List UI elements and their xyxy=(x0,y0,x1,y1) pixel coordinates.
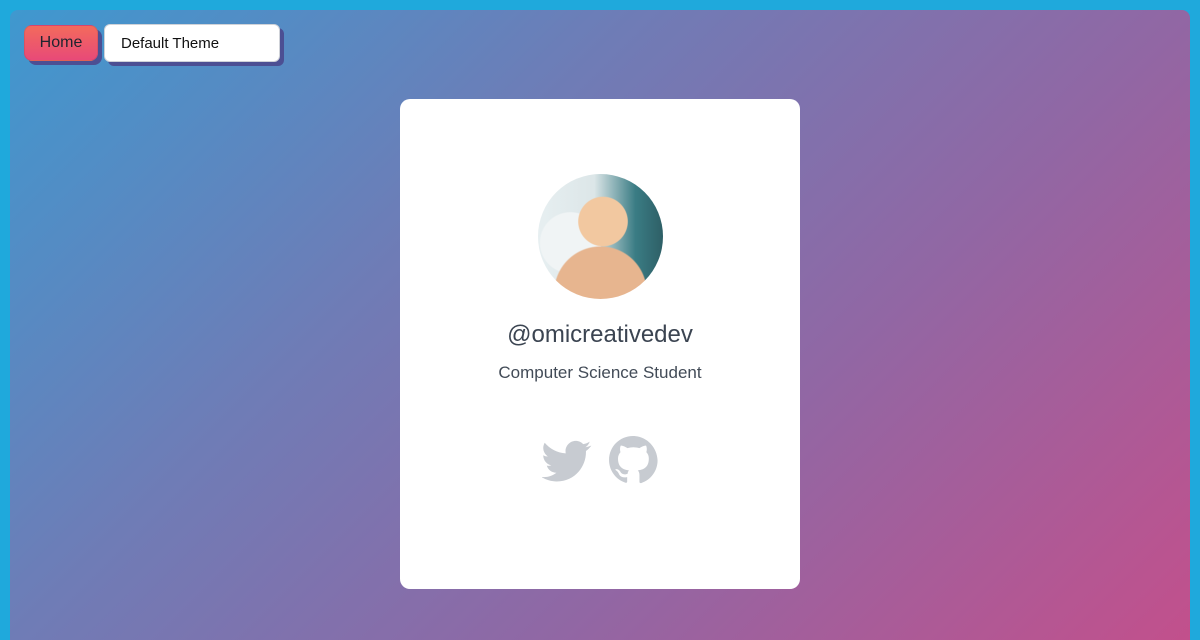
top-bar: Home Default Theme xyxy=(24,24,280,62)
theme-select[interactable]: Default Theme xyxy=(104,24,280,62)
twitter-link[interactable] xyxy=(542,435,592,485)
github-link[interactable] xyxy=(608,435,658,485)
social-links xyxy=(542,435,658,485)
twitter-icon xyxy=(542,440,592,482)
page-background: Home Default Theme @omicreativedev Compu… xyxy=(10,10,1190,640)
profile-username: @omicreativedev xyxy=(507,321,693,348)
profile-card: @omicreativedev Computer Science Student xyxy=(400,99,800,589)
avatar xyxy=(538,174,663,299)
home-button[interactable]: Home xyxy=(24,25,98,61)
github-icon xyxy=(609,436,658,484)
profile-subtitle: Computer Science Student xyxy=(498,363,702,382)
